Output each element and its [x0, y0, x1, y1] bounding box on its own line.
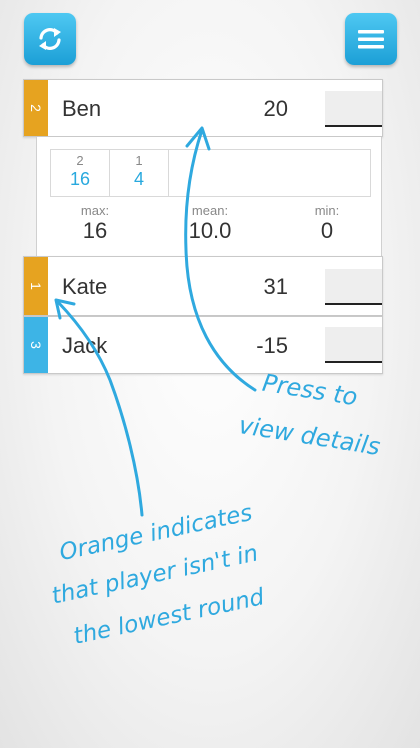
arrow-to-details	[184, 126, 257, 392]
annotation-arrows	[54, 126, 257, 517]
arrow-to-rank-badge	[54, 298, 144, 517]
